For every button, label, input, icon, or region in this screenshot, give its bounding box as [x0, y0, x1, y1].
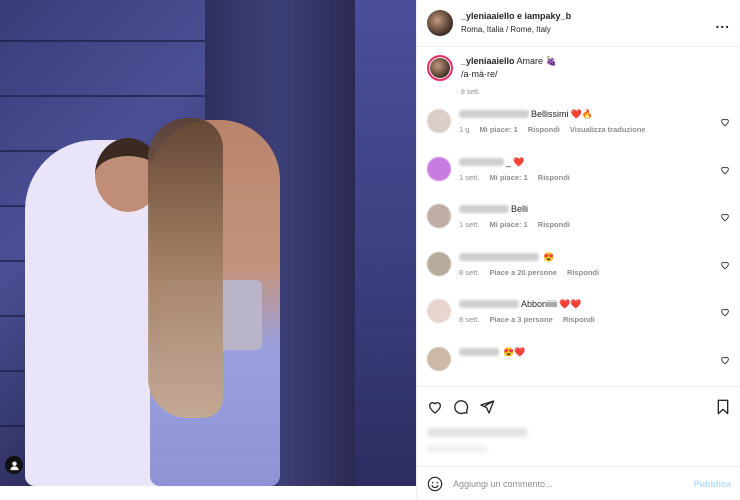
post-header: _yleniaaiello e iampaky_b Roma, Italia /…	[417, 0, 740, 47]
comment-avatar[interactable]	[427, 204, 451, 228]
comment-time: 1 sett.	[459, 172, 480, 182]
comment-username-blurred	[459, 252, 539, 261]
comment-row: Bellissimi ❤️🔥 1 g Mi piace: 1 Rispondi …	[427, 107, 730, 155]
author-username[interactable]: _yleniaaiello e iampaky_b	[461, 10, 715, 23]
author-avatar[interactable]	[427, 10, 453, 36]
comment-username-blurred	[459, 157, 504, 166]
comment-likes[interactable]: Mi piace: 1	[489, 173, 527, 182]
comment-row: Belli 1 sett. Mi piace: 1 Rispondi	[427, 202, 730, 250]
comment-emoji: ❤️🔥	[570, 109, 593, 119]
add-comment-bar: Pubblica	[417, 466, 740, 500]
comment-avatar[interactable]	[427, 156, 451, 181]
comment-row: 😍 8 sett. Piace a 20 persone Rispondi	[427, 250, 730, 298]
comment-text: Belli	[511, 204, 529, 214]
caption-time: 8 sett.	[461, 89, 481, 96]
caption-avatar[interactable]	[427, 55, 453, 81]
comment-likes[interactable]: Mi piace: 1	[479, 125, 517, 134]
comment-avatar[interactable]	[427, 346, 451, 371]
like-comment-icon[interactable]	[720, 212, 730, 222]
translate-button[interactable]: Visualizza traduzione	[570, 125, 646, 134]
comment-avatar[interactable]	[427, 299, 451, 323]
reply-button[interactable]: Rispondi	[563, 315, 595, 324]
like-icon[interactable]	[427, 399, 443, 415]
reply-button[interactable]: Rispondi	[538, 220, 570, 229]
caption-phonetic: /a·mà·re/	[461, 69, 498, 79]
tagged-users-icon[interactable]	[5, 456, 23, 474]
caption-username[interactable]: _yleniaaiello	[461, 56, 515, 66]
comment-emoji: ❤️❤️	[559, 299, 582, 309]
post-location[interactable]: Roma, Italia / Rome, Italy	[461, 23, 715, 36]
post-viewer: _yleniaaiello e iampaky_b Roma, Italia /…	[0, 0, 740, 500]
comment-avatar[interactable]	[427, 251, 451, 276]
comment-row: _ ❤️ 1 sett. Mi piace: 1 Rispondi	[427, 155, 730, 203]
post-date-blurred	[427, 446, 487, 452]
comment-likes[interactable]: Piace a 3 persone	[489, 315, 552, 324]
post-photo[interactable]	[0, 0, 416, 486]
like-comment-icon[interactable]	[720, 117, 730, 127]
comment-text: Bellissimi	[531, 109, 569, 119]
bookmark-icon[interactable]	[715, 399, 731, 415]
comment-username-blurred	[459, 205, 509, 213]
comment-time: 8 sett.	[459, 267, 480, 277]
comment-input[interactable]	[453, 478, 694, 489]
comment-time: 1 g	[459, 125, 470, 134]
like-comment-icon[interactable]	[720, 355, 730, 365]
reply-button[interactable]: Rispondi	[538, 173, 570, 182]
comment-emoji: ❤️	[513, 156, 525, 167]
comment-emoji: 😍❤️	[503, 346, 526, 357]
post-caption: _yleniaaiello Amare 🍇 /a·mà·re/ 8 sett.	[427, 55, 730, 99]
comment-row: 😍❤️	[427, 345, 730, 386]
comment-time: 8 sett.	[459, 315, 480, 324]
comment-username-blurred	[459, 300, 519, 308]
comment-likes[interactable]: Mi piace: 1	[489, 220, 527, 229]
more-options-icon[interactable]: ...	[715, 15, 730, 31]
comment-avatar[interactable]	[427, 109, 451, 133]
post-actions	[417, 386, 740, 426]
share-icon[interactable]	[479, 399, 495, 415]
comment-likes[interactable]: Piace a 20 persone	[489, 268, 557, 277]
comment-text: _	[506, 156, 512, 167]
publish-button[interactable]: Pubblica	[693, 479, 731, 489]
photo-wall	[355, 0, 416, 486]
comment-icon[interactable]	[453, 399, 469, 415]
comment-text: Abboniiiii	[521, 299, 558, 309]
comments-list[interactable]: _yleniaaiello Amare 🍇 /a·mà·re/ 8 sett. …	[417, 47, 740, 385]
likes-count-blurred	[427, 428, 527, 437]
emoji-icon[interactable]	[427, 476, 443, 492]
like-comment-icon[interactable]	[720, 307, 730, 317]
photo-girl-hair	[148, 118, 223, 418]
caption-emoji: 🍇	[545, 56, 557, 66]
comment-time: 1 sett.	[459, 220, 480, 229]
caption-text: Amare	[516, 56, 544, 66]
like-comment-icon[interactable]	[720, 165, 730, 175]
post-panel: _yleniaaiello e iampaky_b Roma, Italia /…	[416, 0, 740, 500]
reply-button[interactable]: Rispondi	[567, 268, 599, 277]
reply-button[interactable]: Rispondi	[528, 125, 560, 134]
comment-row: Abboniiiii ❤️❤️ 8 sett. Piace a 3 person…	[427, 297, 730, 345]
like-comment-icon[interactable]	[720, 260, 730, 270]
comment-username-blurred	[459, 347, 499, 356]
comment-username-blurred	[459, 110, 529, 118]
comment-emoji: 😍	[543, 251, 555, 262]
